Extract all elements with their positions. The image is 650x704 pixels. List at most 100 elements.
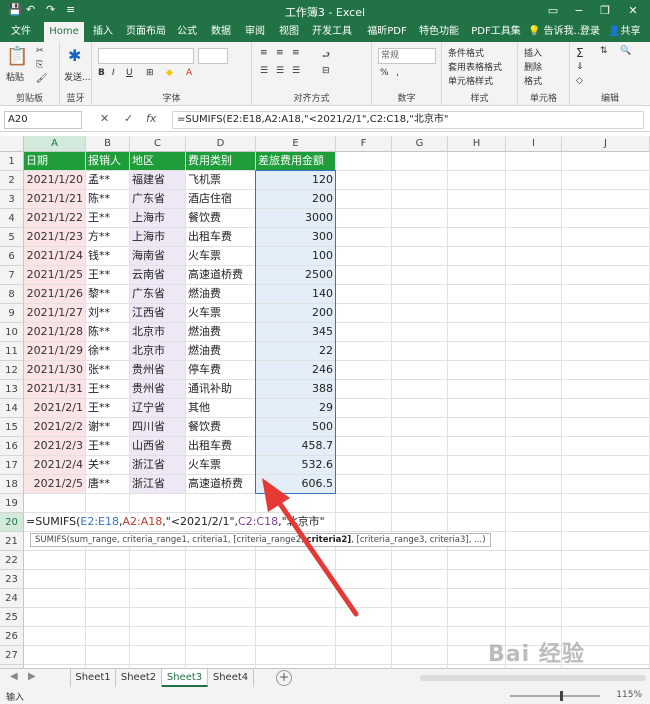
row-header-1[interactable]: 1 — [0, 152, 24, 171]
cell-b13[interactable]: 王** — [86, 380, 129, 398]
cell-a15[interactable]: 2021/2/2 — [24, 418, 85, 436]
row-header-12[interactable]: 12 — [0, 361, 24, 380]
delete-cells-button[interactable]: 删除 — [524, 60, 542, 73]
cell-a8[interactable]: 2021/1/26 — [24, 285, 85, 303]
tab-home[interactable]: Home — [44, 22, 84, 42]
cell-b6[interactable]: 钱** — [86, 247, 129, 265]
cell-c3[interactable]: 广东省 — [130, 190, 185, 208]
cell-c12[interactable]: 贵州省 — [130, 361, 185, 379]
row-header-16[interactable]: 16 — [0, 437, 24, 456]
zoom-slider[interactable] — [510, 695, 600, 697]
tab-developer[interactable]: 开发工具 — [310, 22, 354, 42]
underline-icon[interactable]: U — [126, 68, 133, 78]
copy-icon[interactable]: ⎘ — [36, 60, 43, 70]
cell-c11[interactable]: 北京市 — [130, 342, 185, 360]
row-header-13[interactable]: 13 — [0, 380, 24, 399]
cell-c13[interactable]: 贵州省 — [130, 380, 185, 398]
header-cell-e[interactable]: 差旅费用金额 — [256, 152, 335, 170]
cell-d11[interactable]: 燃油费 — [186, 342, 255, 360]
cell-a12[interactable]: 2021/1/30 — [24, 361, 85, 379]
format-as-table-button[interactable]: 套用表格格式 — [448, 60, 502, 73]
cell-a16[interactable]: 2021/2/3 — [24, 437, 85, 455]
row-header-10[interactable]: 10 — [0, 323, 24, 342]
sort-filter-icon[interactable]: ⇅ — [600, 46, 608, 56]
row-header-11[interactable]: 11 — [0, 342, 24, 361]
row-header-23[interactable]: 23 — [0, 570, 24, 589]
cell-a2[interactable]: 2021/1/20 — [24, 171, 85, 189]
bold-icon[interactable]: B — [98, 68, 105, 78]
ribbon-display-icon[interactable]: ▭ — [540, 2, 566, 20]
italic-icon[interactable]: I — [112, 68, 115, 78]
font-size-box[interactable] — [198, 48, 228, 64]
row-header-26[interactable]: 26 — [0, 627, 24, 646]
align-left-icon[interactable]: ☰ — [260, 66, 268, 76]
row-header-6[interactable]: 6 — [0, 247, 24, 266]
tab-foxit-pdf[interactable]: 福昕PDF — [362, 22, 412, 42]
paste-icon[interactable]: 📋 — [6, 46, 28, 67]
header-cell-b[interactable]: 报销人 — [86, 152, 129, 170]
cell-c6[interactable]: 海南省 — [130, 247, 185, 265]
cell-c4[interactable]: 上海市 — [130, 209, 185, 227]
cell-b3[interactable]: 陈** — [86, 190, 129, 208]
cell-d3[interactable]: 酒店住宿 — [186, 190, 255, 208]
fill-color-icon[interactable]: ◆ — [166, 68, 173, 78]
column-header-c[interactable]: C — [130, 136, 186, 152]
column-header-f[interactable]: F — [336, 136, 392, 152]
tab-file[interactable]: 文件 — [6, 22, 36, 42]
cell-d2[interactable]: 飞机票 — [186, 171, 255, 189]
cell-b8[interactable]: 黎** — [86, 285, 129, 303]
font-name-box[interactable] — [98, 48, 194, 64]
align-top-icon[interactable]: ≡ — [260, 48, 268, 58]
cell-c5[interactable]: 上海市 — [130, 228, 185, 246]
tab-view[interactable]: 视图 — [274, 22, 304, 42]
horizontal-scrollbar[interactable] — [420, 675, 646, 681]
cell-a5[interactable]: 2021/1/23 — [24, 228, 85, 246]
tab-data[interactable]: 数据 — [206, 22, 236, 42]
login-link[interactable]: 登录 — [580, 22, 600, 42]
cell-a3[interactable]: 2021/1/21 — [24, 190, 85, 208]
insert-cells-button[interactable]: 插入 — [524, 46, 542, 59]
cell-c2[interactable]: 福建省 — [130, 171, 185, 189]
header-cell-a[interactable]: 日期 — [24, 152, 85, 170]
cell-b2[interactable]: 孟** — [86, 171, 129, 189]
zoom-level[interactable]: 115% — [616, 690, 642, 700]
cell-d10[interactable]: 燃油费 — [186, 323, 255, 341]
sheet-tab-sheet1[interactable]: Sheet1 — [70, 669, 116, 687]
cell-c17[interactable]: 浙江省 — [130, 456, 185, 474]
cell-d13[interactable]: 通讯补助 — [186, 380, 255, 398]
cell-d15[interactable]: 餐饮费 — [186, 418, 255, 436]
comma-button[interactable]: , — [396, 68, 399, 78]
align-middle-icon[interactable]: ≡ — [276, 48, 284, 58]
cell-b11[interactable]: 徐** — [86, 342, 129, 360]
tab-formulas[interactable]: 公式 — [172, 22, 202, 42]
row-header-21[interactable]: 21 — [0, 532, 24, 551]
align-right-icon[interactable]: ☰ — [292, 66, 300, 76]
column-header-i[interactable]: I — [506, 136, 562, 152]
cell-c10[interactable]: 北京市 — [130, 323, 185, 341]
cell-a14[interactable]: 2021/2/1 — [24, 399, 85, 417]
tab-insert[interactable]: 插入 — [88, 22, 118, 42]
worksheet-grid[interactable]: 1 2 3 4 5 6 7 8 9 10 11 12 13 14 15 16 17 18 19 20 21 22 23 24 2… — [0, 152, 650, 668]
editing-cell-a20[interactable]: =SUMIFS(E2:E18,A2:A18,"<2021/2/1",C2:C18… — [24, 513, 325, 531]
format-painter-icon[interactable]: 🖌 — [36, 74, 47, 84]
cell-d16[interactable]: 出租车费 — [186, 437, 255, 455]
cell-c16[interactable]: 山西省 — [130, 437, 185, 455]
row-header-22[interactable]: 22 — [0, 551, 24, 570]
cell-c9[interactable]: 江西省 — [130, 304, 185, 322]
cut-icon[interactable]: ✂ — [36, 46, 44, 56]
cell-a6[interactable]: 2021/1/24 — [24, 247, 85, 265]
row-header-15[interactable]: 15 — [0, 418, 24, 437]
cell-b17[interactable]: 关** — [86, 456, 129, 474]
insert-function-icon[interactable]: fx — [146, 112, 156, 125]
bluetooth-send-button[interactable]: 发送... — [64, 70, 91, 83]
cell-a10[interactable]: 2021/1/28 — [24, 323, 85, 341]
share-button[interactable]: 👤共享 — [608, 22, 640, 42]
tab-special[interactable]: 特色功能 — [414, 22, 464, 42]
column-header-a[interactable]: A — [24, 136, 86, 152]
row-header-3[interactable]: 3 — [0, 190, 24, 209]
header-cell-d[interactable]: 费用类别 — [186, 152, 255, 170]
cell-b10[interactable]: 陈** — [86, 323, 129, 341]
row-header-2[interactable]: 2 — [0, 171, 24, 190]
conditional-format-button[interactable]: 条件格式 — [448, 46, 484, 59]
cell-b9[interactable]: 刘** — [86, 304, 129, 322]
